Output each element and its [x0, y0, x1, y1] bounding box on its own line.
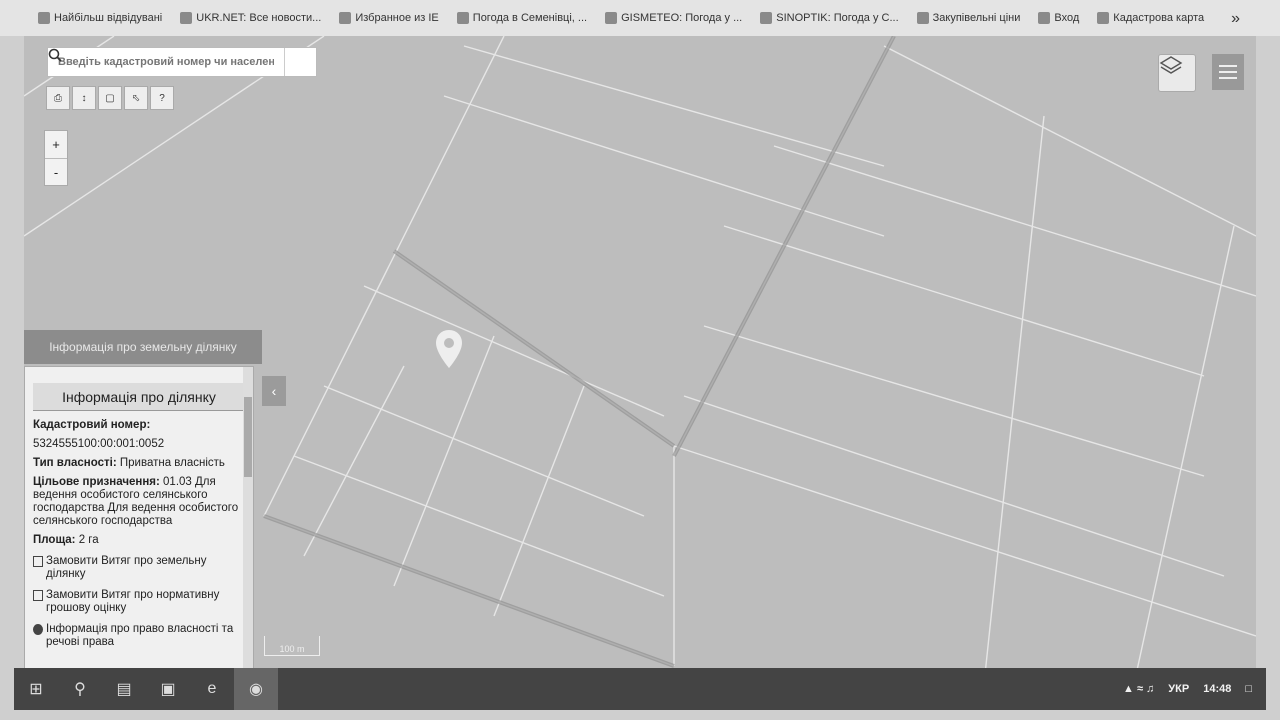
purpose-label: Цільове призначення: [33, 476, 160, 488]
bookmark-gismeteo[interactable]: GISMETEO: Погода у ... [605, 12, 742, 24]
panel-header: Інформація про земельну ділянку [24, 330, 262, 364]
cadastral-map[interactable]: ⎙ ↕ ▢ ⬁ ? + - Інформація про земельну ді… [24, 36, 1256, 684]
select-area-icon[interactable]: ▢ [98, 86, 122, 110]
search-icon [48, 48, 62, 62]
ownership-rights-link[interactable]: Інформація про право власності та речові… [33, 623, 245, 649]
cloud-icon [456, 12, 469, 24]
tray-icons[interactable]: ▲ ≈ ♫ [1123, 683, 1154, 695]
location-pin-icon [436, 330, 462, 368]
cadastral-number-label: Кадастровий номер: [33, 419, 151, 431]
bookmark-cadastral-map[interactable]: Кадастрова карта [1097, 12, 1204, 24]
pointer-icon[interactable]: ⬁ [124, 86, 148, 110]
search-input[interactable] [48, 48, 284, 76]
order-extract-link[interactable]: Замовити Витяг про земельну ділянку [33, 555, 245, 581]
zoom-control: + - [44, 130, 68, 186]
globe-icon [180, 12, 193, 24]
notifications-icon[interactable]: □ [1245, 683, 1252, 695]
panel-title: Інформація про ділянку [33, 383, 245, 411]
parcel-info-panel: Інформація про ділянку Кадастровий номер… [24, 366, 254, 670]
area-label: Площа: [33, 534, 76, 546]
windows-start-icon[interactable]: ⊞ [14, 668, 58, 710]
bookmark-sinoptik[interactable]: SINOPTIK: Погода у С... [760, 12, 899, 24]
print-icon[interactable]: ⎙ [46, 86, 70, 110]
panel-scrollbar[interactable] [243, 367, 253, 669]
checkbox-icon [1038, 12, 1051, 24]
bookmark-ukrnet[interactable]: UKR.NET: Все новости... [180, 12, 321, 24]
measure-icon[interactable]: ↕ [72, 86, 96, 110]
order-valuation-link[interactable]: Замовити Витяг про нормативну грошову оц… [33, 589, 245, 615]
document-icon [33, 556, 43, 567]
map-scale: 100 m [264, 636, 320, 656]
zoom-in-button[interactable]: + [45, 131, 67, 158]
map-icon [1097, 12, 1110, 24]
bookmark-login[interactable]: Вход [1038, 12, 1079, 24]
cadastral-number-value: 5324555100:00:001:0052 [33, 438, 165, 450]
bookmark-ie-favorites[interactable]: Избранное из IE [339, 12, 439, 24]
bookmarks-bar: Найбільш відвідувані UKR.NET: Все новост… [0, 0, 1280, 36]
file-explorer-icon[interactable]: ▣ [146, 668, 190, 710]
gear-icon [38, 12, 50, 24]
hamburger-menu-button[interactable] [1212, 54, 1244, 90]
edge-icon[interactable]: e [190, 668, 234, 710]
ownership-value: Приватна власність [119, 457, 225, 469]
folder-icon [339, 12, 352, 24]
map-toolbar: ⎙ ↕ ▢ ⬁ ? [46, 86, 174, 110]
clock[interactable]: 14:48 [1203, 683, 1231, 695]
system-tray: ▲ ≈ ♫ УКР 14:48 □ [1123, 668, 1266, 710]
task-view-icon[interactable]: ▤ [102, 668, 146, 710]
help-icon[interactable]: ? [150, 86, 174, 110]
drop-icon [605, 12, 618, 24]
bookmark-weather-semenivka[interactable]: Погода в Семенівці, ... [456, 12, 587, 24]
bookmark-most-visited[interactable]: Найбільш відвідувані [38, 12, 162, 24]
layers-button[interactable] [1158, 54, 1196, 92]
firefox-icon[interactable]: ◉ [234, 668, 278, 710]
taskbar: ⊞ ⚲ ▤ ▣ e ◉ ▲ ≈ ♫ УКР 14:48 □ [14, 668, 1266, 710]
bookmarks-more-button[interactable]: » [1231, 10, 1240, 28]
box-icon [916, 12, 929, 24]
collapse-panel-button[interactable]: ‹ [262, 376, 286, 406]
area-value: 2 га [78, 534, 99, 546]
document-icon [33, 590, 43, 601]
search-icon[interactable]: ⚲ [58, 668, 102, 710]
search-box [47, 47, 317, 77]
language-indicator[interactable]: УКР [1168, 683, 1189, 695]
ownership-label: Тип власності: [33, 457, 117, 469]
layers-icon [1159, 56, 1183, 74]
info-icon [33, 624, 43, 635]
bookmark-purchase-prices[interactable]: Закупівельні ціни [916, 12, 1020, 24]
thermometer-icon [760, 12, 773, 24]
search-button[interactable] [48, 48, 316, 76]
zoom-out-button[interactable]: - [45, 158, 67, 185]
